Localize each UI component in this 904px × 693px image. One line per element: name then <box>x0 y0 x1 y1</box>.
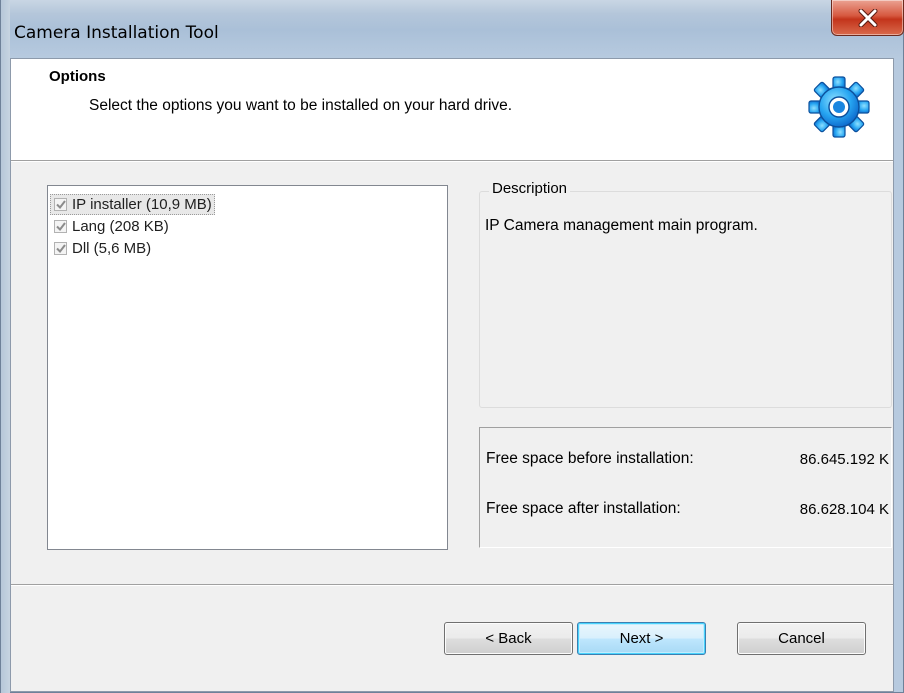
title-bar[interactable]: Camera Installation Tool <box>10 0 904 58</box>
description-text: IP Camera management main program. <box>485 217 758 234</box>
free-space-after-label: Free space after installation: <box>486 500 681 517</box>
footer-divider-highlight <box>11 585 893 586</box>
window-title: Camera Installation Tool <box>14 23 219 43</box>
cancel-button[interactable]: Cancel <box>737 622 866 655</box>
next-button[interactable]: Next > <box>577 622 706 655</box>
header-divider <box>11 161 893 162</box>
installer-window: Camera Installation Tool Options Select … <box>0 0 904 693</box>
page-subtitle: Select the options you want to be instal… <box>89 97 513 114</box>
checkmark-icon <box>55 222 66 231</box>
option-label: IP installer (10,9 MB) <box>72 196 212 213</box>
option-checkbox[interactable] <box>54 242 67 255</box>
disk-space-panel <box>479 427 892 548</box>
option-label: Lang (208 KB) <box>72 218 169 235</box>
option-checkbox[interactable] <box>54 198 67 211</box>
options-list[interactable]: IP installer (10,9 MB) Lang (208 KB) Dll… <box>47 185 448 550</box>
option-ip-installer[interactable]: IP installer (10,9 MB) <box>50 194 215 215</box>
option-label: Dll (5,6 MB) <box>72 240 152 257</box>
close-icon <box>858 8 877 27</box>
free-space-before-value: 86.645.192 K <box>799 451 889 468</box>
dialog-header: Options Select the options you want to b… <box>11 59 893 161</box>
dialog-client: Options Select the options you want to b… <box>10 58 894 692</box>
description-legend: Description <box>489 180 571 197</box>
free-space-before-label: Free space before installation: <box>486 450 694 467</box>
free-space-after-value: 86.628.104 K <box>799 501 889 518</box>
gear-icon <box>808 76 870 138</box>
option-checkbox[interactable] <box>54 220 67 233</box>
close-button[interactable] <box>831 0 904 36</box>
back-button[interactable]: < Back <box>444 622 573 655</box>
option-lang[interactable]: Lang (208 KB) <box>50 216 172 237</box>
checkmark-icon <box>55 200 66 209</box>
window-edge <box>1 0 10 693</box>
option-dll[interactable]: Dll (5,6 MB) <box>50 238 154 259</box>
checkmark-icon <box>55 244 66 253</box>
page-title: Options <box>49 68 106 85</box>
